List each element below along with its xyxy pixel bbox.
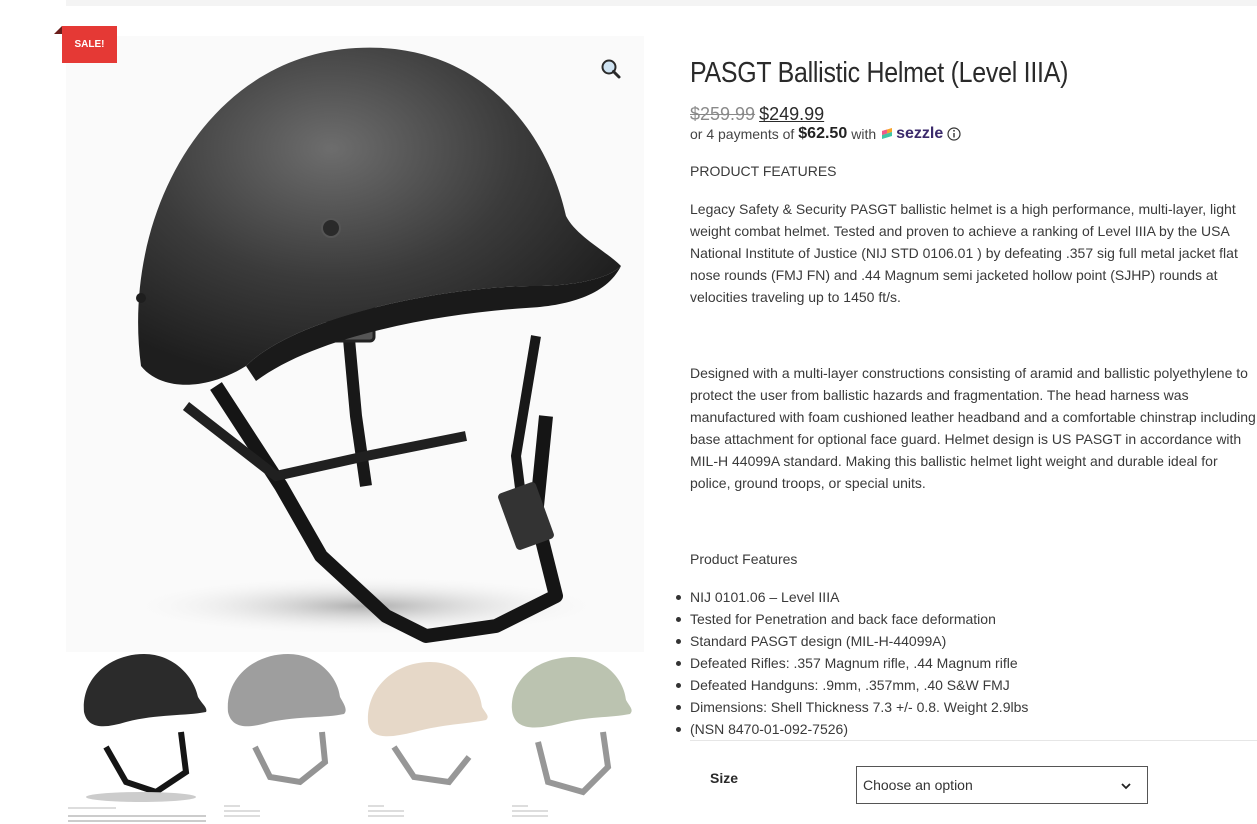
thumbnail-black-helmet-alt[interactable]	[210, 652, 352, 802]
thumbnail-doc-preview[interactable]	[364, 802, 506, 824]
installments-with: with	[851, 126, 877, 142]
sezzle-wordmark: sezzle	[896, 125, 944, 142]
helmet-thumbnail-image	[511, 657, 632, 796]
sale-badge-fold	[54, 26, 62, 34]
document-thumbnail-image	[368, 805, 404, 817]
product-description-1: Legacy Safety & Security PASGT ballistic…	[690, 201, 1238, 305]
info-icon[interactable]	[947, 127, 961, 141]
installment-amount: $62.50	[798, 125, 848, 142]
top-bar	[66, 0, 1257, 6]
price-original: $259.99	[690, 104, 756, 124]
list-item: (NSN 8470-01-092-7526)	[675, 718, 1028, 740]
thumbnail-black-helmet[interactable]	[66, 652, 208, 802]
price-sale: $249.99	[759, 104, 825, 124]
installments-prefix: or 4 payments of	[690, 126, 795, 142]
document-thumbnail-image	[512, 805, 548, 817]
sezzle-logo-icon	[882, 128, 893, 139]
helmet-thumbnail-image	[367, 662, 488, 786]
variations-divider	[690, 740, 1257, 741]
thumbnail-strip	[66, 652, 644, 824]
product-gallery[interactable]	[66, 36, 644, 652]
list-item: Tested for Penetration and back face def…	[675, 608, 1028, 630]
thumbnail-tan-helmet[interactable]	[354, 652, 496, 802]
features-list: NIJ 0101.06 – Level IIIA Tested for Pene…	[675, 586, 1028, 740]
thumbnail-doc-preview[interactable]	[508, 802, 650, 824]
helmet-thumbnail-image	[83, 654, 207, 802]
document-thumbnail-image	[224, 805, 260, 817]
sale-badge: SALE!	[62, 26, 117, 63]
thumbnail-green-helmet[interactable]	[498, 652, 640, 802]
size-label: Size	[710, 770, 739, 786]
thumbnail-doc-preview[interactable]	[220, 802, 362, 824]
features-heading: PRODUCT FEATURES	[690, 163, 837, 179]
list-item: NIJ 0101.06 – Level IIIA	[675, 586, 1028, 608]
product-title: PASGT Ballistic Helmet (Level IIIA)	[690, 57, 1069, 89]
magnifier-icon	[601, 59, 621, 79]
price: $259.99 $249.99	[690, 104, 824, 125]
product-features-heading: Product Features	[690, 551, 798, 567]
list-item: Standard PASGT design (MIL-H-44099A)	[675, 630, 1028, 652]
chevron-down-icon	[1121, 783, 1131, 790]
zoom-button[interactable]	[598, 56, 624, 82]
installments-info: or 4 payments of $62.50 with sezzle	[690, 125, 961, 143]
list-item: Dimensions: Shell Thickness 7.3 +/- 0.8.…	[675, 696, 1028, 718]
thumbnail-doc-preview[interactable]	[66, 802, 208, 824]
sezzle-logo[interactable]: sezzle	[880, 125, 943, 143]
helmet-main-image[interactable]	[66, 36, 644, 652]
helmet-thumbnail-image	[227, 654, 346, 786]
size-select[interactable]: Choose an option	[856, 766, 1148, 804]
list-item: Defeated Rifles: .357 Magnum rifle, .44 …	[675, 652, 1028, 674]
product-description-2: Designed with a multi-layer construction…	[690, 365, 1256, 491]
size-select-value: Choose an option	[863, 777, 973, 793]
document-thumbnail-image	[66, 804, 208, 824]
list-item: Defeated Handguns: .9mm, .357mm, .40 S&W…	[675, 674, 1028, 696]
